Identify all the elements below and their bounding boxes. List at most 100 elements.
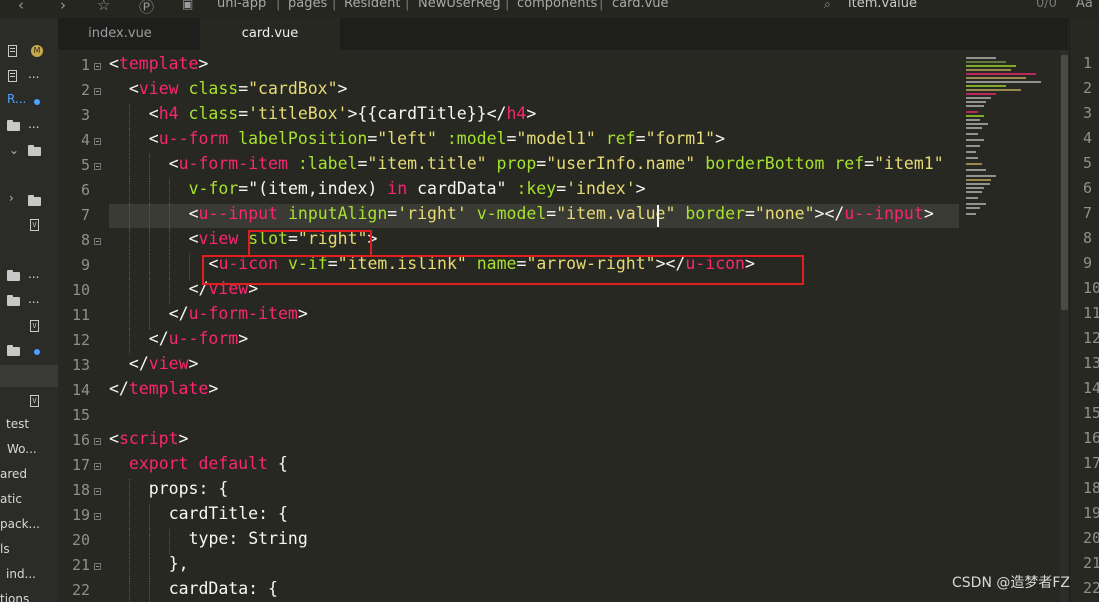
sidebar-item[interactable]: atic — [0, 490, 58, 515]
code-token: "cardBox" — [248, 79, 338, 98]
tab-index-vue[interactable]: index.vue — [58, 18, 182, 50]
breadcrumb-item[interactable]: Resident — [344, 0, 400, 11]
minimap-line — [966, 203, 986, 205]
code-line[interactable]: cardTitle: { — [109, 504, 288, 523]
minimap-line — [966, 187, 984, 189]
code-token: > — [526, 104, 537, 123]
sidebar-item[interactable]: Wo... — [0, 440, 58, 465]
sidebar-item[interactable]: pack... — [0, 515, 58, 540]
star-icon[interactable]: ☆ — [97, 0, 110, 14]
sidebar-item[interactable]: V — [0, 214, 58, 239]
sidebar-item[interactable]: ... — [0, 65, 58, 90]
minimap-line — [966, 89, 1021, 91]
folder-icon — [7, 345, 20, 356]
line-number: 10 — [1083, 279, 1099, 297]
code-line[interactable]: <u--input inputAlign='right' v-model="it… — [109, 204, 934, 223]
folder-icon — [28, 195, 41, 206]
fold-toggle-icon[interactable] — [94, 513, 101, 520]
code-line[interactable]: }, — [109, 554, 189, 573]
breadcrumb-item[interactable]: components — [517, 0, 597, 11]
minimap-line — [966, 69, 1011, 71]
minimap[interactable] — [960, 55, 1060, 255]
fold-toggle-icon[interactable] — [94, 488, 101, 495]
code-line[interactable]: </u-form-item> — [109, 304, 308, 323]
code-line[interactable]: <template> — [109, 54, 208, 73]
minimap-line — [966, 157, 978, 159]
fold-toggle-icon[interactable] — [94, 563, 101, 570]
breadcrumb-item[interactable]: NewUserReg — [418, 0, 501, 11]
minimap-line — [966, 123, 988, 125]
sidebar-item[interactable]: V — [0, 315, 58, 340]
line-number: 13 — [71, 356, 90, 374]
sidebar-item[interactable]: R... — [0, 90, 58, 115]
fold-toggle-icon[interactable] — [94, 163, 101, 170]
fold-toggle-icon[interactable] — [94, 238, 101, 245]
breadcrumb-item[interactable]: pages — [288, 0, 327, 11]
fold-toggle-icon[interactable] — [94, 138, 101, 145]
sidebar-item[interactable]: ls — [0, 540, 58, 565]
sidebar-item[interactable]: ared — [0, 465, 58, 490]
code-line[interactable]: cardData: { — [109, 579, 278, 598]
tab-bar: index.vue card.vue — [58, 18, 1068, 50]
code-line[interactable]: <u--form labelPosition="left" :model="mo… — [109, 129, 725, 148]
scrollbar-thumb[interactable] — [1061, 55, 1068, 310]
code-line[interactable]: type: String — [109, 529, 308, 548]
sidebar-item[interactable]: ind... — [0, 565, 58, 590]
code-editor[interactable]: 1 2 3 4 5 6 7 8 9 10 11 12 13 14 15 16 17 18 19 20 21 22 <tem… — [58, 50, 1068, 602]
code-line[interactable]: <h4 class='titleBox'>{{cardTitle}}</h4> — [109, 104, 536, 123]
sidebar-item[interactable]: ... — [0, 290, 58, 315]
split-editor-pane[interactable]: 12345678910111213141516171819202122 — [1069, 18, 1099, 602]
code-line[interactable]: props: { — [109, 479, 228, 498]
sidebar-item[interactable]: tions — [0, 590, 58, 602]
code-token: > — [923, 204, 934, 223]
code-line[interactable]: <u-form-item :label="item.title" prop="u… — [109, 154, 944, 173]
code-token: borderBottom — [705, 154, 825, 173]
code-token: > — [297, 304, 308, 323]
sidebar-item[interactable]: › — [0, 190, 58, 215]
line-number: 2 — [80, 81, 90, 99]
line-number: 6 — [1083, 179, 1093, 197]
fold-toggle-icon[interactable] — [94, 463, 101, 470]
minimap-line — [966, 57, 996, 59]
chevron-right-icon[interactable]: › — [60, 0, 66, 14]
chevron-right-icon[interactable]: › — [9, 191, 14, 205]
code-line[interactable]: <view class="cardBox"> — [109, 79, 348, 98]
code-line[interactable]: </template> — [109, 379, 218, 398]
fold-toggle-icon[interactable] — [94, 438, 101, 445]
chevron-left-icon[interactable]: ‹ — [18, 0, 24, 14]
sidebar-item[interactable]: test — [0, 415, 58, 440]
code-token: = — [635, 129, 646, 148]
breadcrumb-item[interactable]: uni-app — [217, 0, 266, 11]
case-sensitive-toggle[interactable]: Aa — [1076, 0, 1093, 11]
sidebar-item[interactable]: V — [0, 390, 58, 415]
search-input[interactable]: item.value — [848, 0, 917, 11]
fold-toggle-icon[interactable] — [94, 88, 101, 95]
line-number: 17 — [71, 456, 90, 474]
breadcrumb-item[interactable]: card.vue — [612, 0, 669, 11]
sidebar-item[interactable]: ⌄ — [0, 140, 58, 165]
tab-card-vue[interactable]: card.vue — [200, 18, 340, 50]
line-number: 17 — [1083, 454, 1099, 472]
code-token: = — [744, 204, 755, 223]
code-token: > — [715, 129, 726, 148]
code-token: > — [198, 54, 209, 73]
code-line[interactable]: export default { — [109, 454, 288, 473]
sidebar-item[interactable]: M — [0, 40, 58, 65]
sidebar-item[interactable]: ... — [0, 115, 58, 140]
preview-icon[interactable]: Ⓟ — [139, 0, 154, 17]
sidebar-item[interactable]: ... — [0, 265, 58, 290]
fold-toggle-icon[interactable] — [94, 63, 101, 70]
sidebar-item-selected[interactable] — [0, 365, 58, 387]
vue-file-icon: V — [30, 395, 39, 407]
chevron-down-icon[interactable]: ⌄ — [9, 143, 19, 157]
code-token: </ — [109, 379, 129, 398]
sidebar-item[interactable] — [0, 340, 58, 365]
code-line[interactable]: v-for="(item,index) in cardData" :key='i… — [109, 179, 646, 198]
code-line[interactable]: <script> — [109, 429, 188, 448]
line-number: 5 — [80, 156, 90, 174]
code-line[interactable]: </u--form> — [109, 329, 248, 348]
code-token: "form1" — [645, 129, 716, 148]
code-line[interactable]: </view> — [109, 354, 199, 373]
